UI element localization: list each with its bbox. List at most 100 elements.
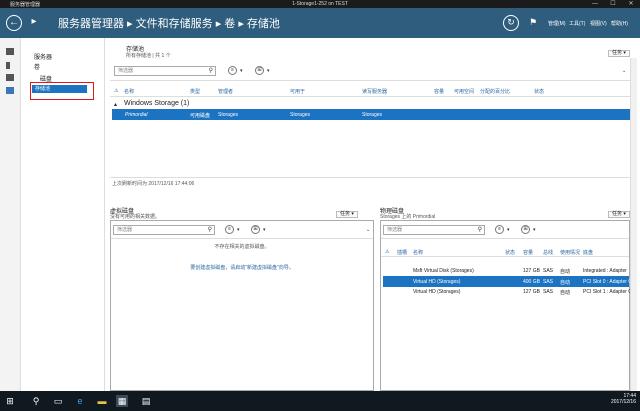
col-header-name[interactable]: 名称 <box>124 88 134 95</box>
disk-name: Virtual HD (Storages) <box>413 289 461 295</box>
menu-manage[interactable]: 管理(M) <box>548 20 566 27</box>
disk-usage: 自动 <box>560 280 571 286</box>
pdisk-filter-input[interactable]: 筛选器 ⚲ <box>383 225 485 235</box>
chevron-down-icon: ▾ <box>533 227 536 233</box>
taskbar: ⊞ ⚲ ▭ e ▬ ▦ ▤ 17:44 2017/12/16 <box>0 391 640 411</box>
col-header-managed-by[interactable]: 管理者 <box>218 88 233 95</box>
chevron-down-icon: ▾ <box>507 227 510 233</box>
menu-view[interactable]: 视图(V) <box>590 20 607 27</box>
server-manager-taskbar-icon[interactable]: ▦ <box>116 395 128 407</box>
table-row[interactable]: Primordial 可用磁盘 Storages Storages Storag… <box>112 109 630 120</box>
list-options-icon[interactable]: ≡ <box>228 66 237 75</box>
nav-servers[interactable]: 服务器 <box>34 52 52 61</box>
chevron-down-icon: ▾ <box>267 68 270 74</box>
col-header-status[interactable]: 状态 <box>505 249 515 256</box>
pool-name: Primordial <box>125 112 148 118</box>
divider <box>110 177 630 178</box>
powershell-icon[interactable]: ▤ <box>140 395 152 407</box>
nav-volumes[interactable]: 卷 <box>34 62 40 71</box>
pdisk-panel-subtitle: Storages 上的 Primordial <box>380 214 436 220</box>
flag-icon[interactable]: ⚑ <box>529 17 537 28</box>
col-header-name[interactable]: 名称 <box>413 249 423 256</box>
remote-window-title: 1-Storage1-252 on TEST <box>292 1 348 7</box>
file-storage-icon[interactable] <box>6 87 14 94</box>
disk-usage: 自动 <box>560 290 571 296</box>
divider <box>111 238 373 239</box>
list-options-icon[interactable]: ≡ <box>225 225 234 234</box>
col-header-status[interactable]: 状态 <box>534 88 544 95</box>
pool-tasks-button[interactable]: 任务 ▾ <box>608 50 630 57</box>
physical-disk-panel: 物理磁盘 Storages 上的 Primordial 任务 ▾ 筛选器 ⚲ ≡ … <box>380 204 632 391</box>
vdisk-content-box: 筛选器 ⚲ ≡ ▾ ⊞ ▾ ⌄ 不存在相关的虚拟磁盘。 要创建虚拟磁盘，请启动"新… <box>110 220 374 391</box>
disk-chassis: PCI Slot 0 : Adapter C <box>583 279 632 285</box>
table-row[interactable]: Msft Virtual Disk (Storages) 127 GB SAS … <box>383 266 629 276</box>
disk-chassis: PCI Slot 1 : Adapter C <box>583 289 632 295</box>
warning-column-icon: ⚠ <box>114 88 119 94</box>
pdisk-tasks-button[interactable]: 任务 ▾ <box>608 211 630 218</box>
col-header-capacity[interactable]: 容量 <box>523 249 533 256</box>
close-button[interactable]: ✕ <box>622 0 640 8</box>
maximize-button[interactable]: ☐ <box>604 0 622 8</box>
divider <box>110 96 630 97</box>
new-vdisk-wizard-link[interactable]: 要创建虚拟磁盘，请启动"新建虚拟磁盘"向导。 <box>111 264 373 271</box>
pool-rw-server: Storages <box>362 112 383 118</box>
back-button[interactable]: ← <box>6 15 22 31</box>
disk-capacity: 400 GB <box>523 279 540 285</box>
col-header-capacity[interactable]: 容量 <box>434 88 444 95</box>
col-header-slot[interactable]: 插槽 <box>397 249 407 256</box>
dashboard-icon[interactable] <box>6 48 14 55</box>
breadcrumb: 服务器管理器 ▸ 文件和存储服务 ▸ 卷 ▸ 存储池 <box>58 18 280 30</box>
col-header-available-to[interactable]: 可用于 <box>290 88 305 95</box>
divider <box>110 80 630 81</box>
col-header-chassis[interactable]: 底盘 <box>583 249 593 256</box>
search-icon[interactable]: ⚲ <box>30 395 42 407</box>
local-server-icon[interactable] <box>6 62 10 69</box>
refresh-button[interactable]: ↻ <box>503 15 519 31</box>
sidebar-icon-strip <box>0 38 21 391</box>
list-options-icon[interactable]: ≡ <box>495 225 504 234</box>
chevron-down-icon: ▾ <box>237 227 240 233</box>
last-refresh-status: 上次刷新时间为 2017/12/16 17:44:06 <box>112 181 195 187</box>
disk-chassis: Integrated : Adapter <box>583 268 627 274</box>
vdisk-panel-subtitle: 没有可用的相关数据。 <box>110 214 161 220</box>
pool-filter-input[interactable]: 筛选器 ⚲ <box>114 66 216 76</box>
save-query-icon[interactable]: ⊞ <box>251 225 260 234</box>
remote-session-bar: 服务器管理器 1-Storage1-252 on TEST — ☐ ✕ <box>0 0 640 8</box>
col-header-type[interactable]: 类型 <box>190 88 200 95</box>
save-query-icon[interactable]: ⊞ <box>521 225 530 234</box>
search-icon: ⚲ <box>477 227 482 233</box>
col-header-free-space[interactable]: 可用空间 <box>454 88 474 95</box>
disk-bus: SAS <box>543 279 554 285</box>
disk-capacity: 127 GB <box>523 289 540 295</box>
vdisk-tasks-button[interactable]: 任务 ▾ <box>336 211 358 218</box>
menu-tools[interactable]: 工具(T) <box>569 20 585 27</box>
group-collapse-icon[interactable]: ▴ <box>114 101 117 108</box>
pool-type: 可用磁盘 <box>190 113 211 119</box>
forward-button[interactable]: ▸ <box>26 15 42 31</box>
disk-bus: SAS <box>543 268 554 274</box>
pool-available-to: Storages <box>290 112 311 118</box>
expand-chevron-icon[interactable]: ⌄ <box>366 227 370 233</box>
disk-capacity: 127 GB <box>523 268 540 274</box>
expand-chevron-icon[interactable]: ⌄ <box>622 68 626 74</box>
minimize-button[interactable]: — <box>586 0 604 8</box>
windows-start-icon[interactable]: ⊞ <box>4 395 16 407</box>
vertical-scrollbar[interactable] <box>630 58 637 391</box>
all-servers-icon[interactable] <box>6 74 14 81</box>
table-row[interactable]: Virtual HD (Storages) 400 GB SAS 自动 PCI … <box>383 276 632 287</box>
col-header-bus[interactable]: 总线 <box>543 249 553 256</box>
pool-panel-subtitle: 所有存储池 | 共 1 个 <box>126 53 171 59</box>
disk-name: Virtual HD (Storages) <box>413 279 461 285</box>
ie-browser-icon[interactable]: e <box>74 395 86 407</box>
col-header-allocated[interactable]: 分配的百分比 <box>480 88 510 95</box>
file-explorer-icon[interactable]: ▬ <box>96 395 108 407</box>
col-header-rw-server[interactable]: 读写服务器 <box>362 88 387 95</box>
table-row[interactable]: Virtual HD (Storages) 127 GB SAS 自动 PCI … <box>383 287 632 297</box>
save-query-icon[interactable]: ⊞ <box>255 66 264 75</box>
divider <box>381 256 629 257</box>
vdisk-filter-input[interactable]: 筛选器 ⚲ <box>113 225 215 235</box>
col-header-usage[interactable]: 使用情况 <box>560 249 580 256</box>
menu-help[interactable]: 帮助(H) <box>611 20 628 27</box>
task-view-icon[interactable]: ▭ <box>52 395 64 407</box>
virtual-disk-panel: 虚拟磁盘 没有可用的相关数据。 任务 ▾ 筛选器 ⚲ ≡ ▾ ⊞ ▾ ⌄ 不存在相… <box>110 204 374 391</box>
